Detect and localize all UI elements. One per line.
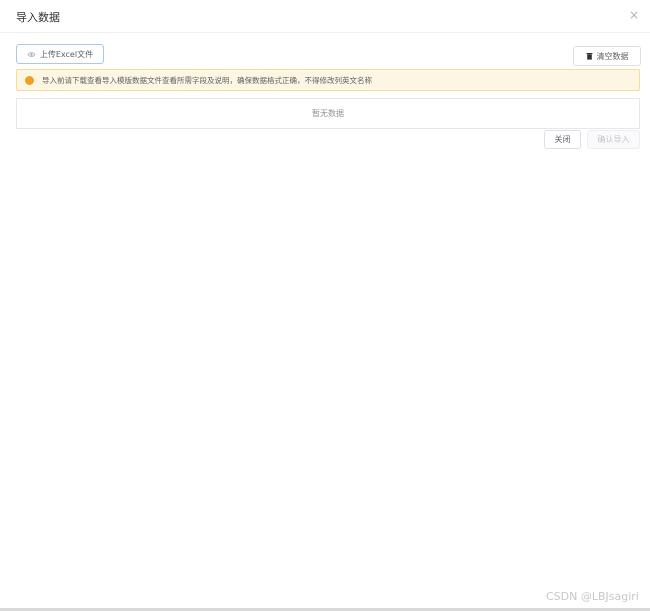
trash-icon	[586, 52, 593, 60]
empty-table-text: 暂无数据	[312, 109, 344, 118]
upload-excel-button[interactable]: 上传Excel文件	[16, 44, 104, 64]
dialog-title: 导入数据	[16, 11, 60, 24]
close-button-label: 关闭	[554, 135, 571, 144]
alert-text: 导入前请下载查看导入模版数据文件查看所需字段及说明，确保数据格式正确，不得修改列…	[42, 75, 372, 85]
watermark: CSDN @LBJsagiri	[546, 590, 639, 603]
import-dialog: 导入数据 × 上传Excel文件 清空数据 导入前请下载查看导入模版数据文件查看…	[0, 0, 650, 608]
warning-alert: 导入前请下载查看导入模版数据文件查看所需字段及说明，确保数据格式正确，不得修改列…	[16, 69, 640, 91]
confirm-import-button[interactable]: 确认导入	[587, 130, 640, 149]
eye-icon	[27, 51, 36, 58]
dialog-header: 导入数据 ×	[0, 0, 650, 33]
close-icon[interactable]: ×	[628, 9, 640, 21]
data-table: 暂无数据	[16, 98, 640, 129]
close-button[interactable]: 关闭	[544, 130, 581, 149]
clear-button-label: 清空数据	[596, 51, 629, 61]
upload-button-label: 上传Excel文件	[39, 49, 94, 59]
clear-data-button[interactable]: 清空数据	[573, 46, 641, 66]
warning-icon	[25, 75, 34, 85]
confirm-button-label: 确认导入	[597, 135, 630, 144]
